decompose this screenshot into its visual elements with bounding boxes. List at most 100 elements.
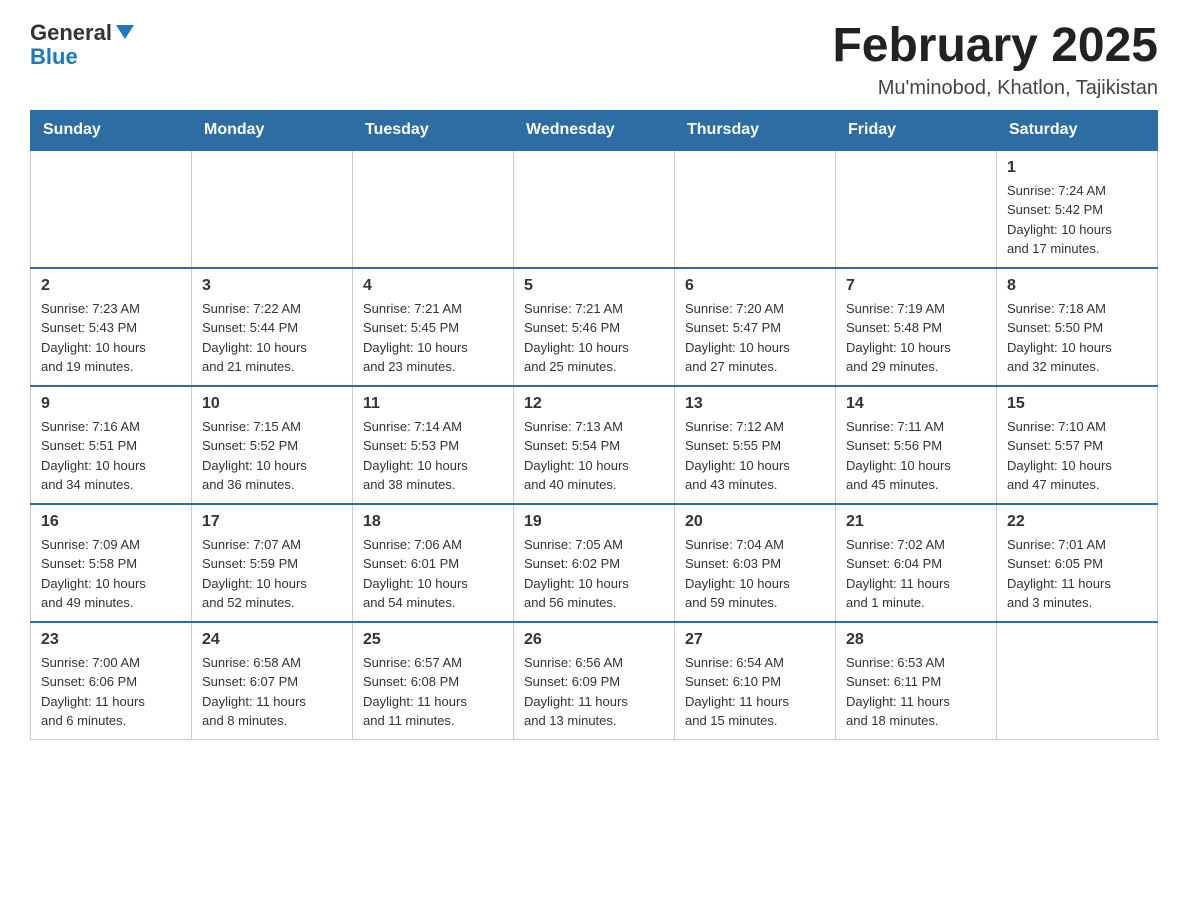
day-number: 12 <box>524 395 664 413</box>
calendar-cell: 20 Sunrise: 7:04 AM Sunset: 6:03 PM Dayli… <box>675 504 836 622</box>
day-number: 2 <box>41 277 181 295</box>
day-number: 10 <box>202 395 342 413</box>
weekday-header-monday: Monday <box>192 110 353 150</box>
day-number: 23 <box>41 631 181 649</box>
calendar-cell: 5 Sunrise: 7:21 AM Sunset: 5:46 PM Daylig… <box>514 268 675 386</box>
calendar-week-row: 2 Sunrise: 7:23 AM Sunset: 5:43 PM Daylig… <box>31 268 1158 386</box>
calendar-cell: 25Sunrise: 6:57 AM Sunset: 6:08 PM Dayli… <box>353 622 514 740</box>
day-number: 6 <box>685 277 825 295</box>
calendar-cell <box>836 150 997 268</box>
calendar-cell: 17 Sunrise: 7:07 AM Sunset: 5:59 PM Dayli… <box>192 504 353 622</box>
day-info: Sunrise: 7:02 AM Sunset: 6:04 PM Dayligh… <box>846 535 986 613</box>
calendar-cell: 7 Sunrise: 7:19 AM Sunset: 5:48 PM Daylig… <box>836 268 997 386</box>
day-info: Sunrise: 7:14 AM Sunset: 5:53 PM Dayligh… <box>363 417 503 495</box>
calendar-cell <box>353 150 514 268</box>
day-info: Sunrise: 7:20 AM Sunset: 5:47 PM Dayligh… <box>685 299 825 377</box>
day-number: 4 <box>363 277 503 295</box>
day-number: 16 <box>41 513 181 531</box>
day-info: Sunrise: 6:56 AM Sunset: 6:09 PM Dayligh… <box>524 653 664 731</box>
logo-general: General <box>30 20 112 46</box>
calendar-cell: 15 Sunrise: 7:10 AM Sunset: 5:57 PM Dayli… <box>997 386 1158 504</box>
day-info: Sunrise: 7:04 AM Sunset: 6:03 PM Dayligh… <box>685 535 825 613</box>
calendar-cell <box>192 150 353 268</box>
day-number: 15 <box>1007 395 1147 413</box>
calendar-cell: 10 Sunrise: 7:15 AM Sunset: 5:52 PM Dayli… <box>192 386 353 504</box>
day-number: 18 <box>363 513 503 531</box>
calendar-cell: 2 Sunrise: 7:23 AM Sunset: 5:43 PM Daylig… <box>31 268 192 386</box>
weekday-header-thursday: Thursday <box>675 110 836 150</box>
day-number: 5 <box>524 277 664 295</box>
calendar-cell: 4 Sunrise: 7:21 AM Sunset: 5:45 PM Daylig… <box>353 268 514 386</box>
day-number: 14 <box>846 395 986 413</box>
day-info: Sunrise: 7:05 AM Sunset: 6:02 PM Dayligh… <box>524 535 664 613</box>
day-info: Sunrise: 7:19 AM Sunset: 5:48 PM Dayligh… <box>846 299 986 377</box>
day-number: 21 <box>846 513 986 531</box>
calendar-cell: 9 Sunrise: 7:16 AM Sunset: 5:51 PM Daylig… <box>31 386 192 504</box>
calendar-cell: 11 Sunrise: 7:14 AM Sunset: 5:53 PM Dayli… <box>353 386 514 504</box>
calendar-cell: 6 Sunrise: 7:20 AM Sunset: 5:47 PM Daylig… <box>675 268 836 386</box>
day-info: Sunrise: 7:21 AM Sunset: 5:45 PM Dayligh… <box>363 299 503 377</box>
weekday-header-wednesday: Wednesday <box>514 110 675 150</box>
day-number: 19 <box>524 513 664 531</box>
day-number: 27 <box>685 631 825 649</box>
calendar-table: SundayMondayTuesdayWednesdayThursdayFrid… <box>30 110 1158 740</box>
calendar-cell: 12 Sunrise: 7:13 AM Sunset: 5:54 PM Dayli… <box>514 386 675 504</box>
day-number: 22 <box>1007 513 1147 531</box>
day-number: 24 <box>202 631 342 649</box>
calendar-cell <box>675 150 836 268</box>
day-number: 7 <box>846 277 986 295</box>
calendar-cell: 26 Sunrise: 6:56 AM Sunset: 6:09 PM Dayli… <box>514 622 675 740</box>
day-info: Sunrise: 7:16 AM Sunset: 5:51 PM Dayligh… <box>41 417 181 495</box>
calendar-cell: 23 Sunrise: 7:00 AM Sunset: 6:06 PM Dayli… <box>31 622 192 740</box>
calendar-cell: 8Sunrise: 7:18 AM Sunset: 5:50 PM Daylig… <box>997 268 1158 386</box>
day-info: Sunrise: 7:15 AM Sunset: 5:52 PM Dayligh… <box>202 417 342 495</box>
day-info: Sunrise: 7:24 AM Sunset: 5:42 PM Dayligh… <box>1007 181 1147 259</box>
day-number: 13 <box>685 395 825 413</box>
calendar-cell: 13 Sunrise: 7:12 AM Sunset: 5:55 PM Dayli… <box>675 386 836 504</box>
day-info: Sunrise: 6:58 AM Sunset: 6:07 PM Dayligh… <box>202 653 342 731</box>
weekday-header-friday: Friday <box>836 110 997 150</box>
day-info: Sunrise: 7:01 AM Sunset: 6:05 PM Dayligh… <box>1007 535 1147 613</box>
calendar-cell: 18Sunrise: 7:06 AM Sunset: 6:01 PM Dayli… <box>353 504 514 622</box>
calendar-week-row: 16 Sunrise: 7:09 AM Sunset: 5:58 PM Dayli… <box>31 504 1158 622</box>
day-info: Sunrise: 7:13 AM Sunset: 5:54 PM Dayligh… <box>524 417 664 495</box>
weekday-header-tuesday: Tuesday <box>353 110 514 150</box>
calendar-cell <box>31 150 192 268</box>
day-number: 20 <box>685 513 825 531</box>
day-info: Sunrise: 7:22 AM Sunset: 5:44 PM Dayligh… <box>202 299 342 377</box>
weekday-header-saturday: Saturday <box>997 110 1158 150</box>
day-info: Sunrise: 6:53 AM Sunset: 6:11 PM Dayligh… <box>846 653 986 731</box>
day-number: 28 <box>846 631 986 649</box>
calendar-cell <box>997 622 1158 740</box>
calendar-week-row: 9 Sunrise: 7:16 AM Sunset: 5:51 PM Daylig… <box>31 386 1158 504</box>
day-number: 9 <box>41 395 181 413</box>
day-info: Sunrise: 7:00 AM Sunset: 6:06 PM Dayligh… <box>41 653 181 731</box>
calendar-cell: 22 Sunrise: 7:01 AM Sunset: 6:05 PM Dayli… <box>997 504 1158 622</box>
calendar-cell: 21 Sunrise: 7:02 AM Sunset: 6:04 PM Dayli… <box>836 504 997 622</box>
weekday-header-row: SundayMondayTuesdayWednesdayThursdayFrid… <box>31 110 1158 150</box>
day-info: Sunrise: 7:23 AM Sunset: 5:43 PM Dayligh… <box>41 299 181 377</box>
calendar-cell: 27 Sunrise: 6:54 AM Sunset: 6:10 PM Dayli… <box>675 622 836 740</box>
day-info: Sunrise: 7:21 AM Sunset: 5:46 PM Dayligh… <box>524 299 664 377</box>
calendar-cell: 14Sunrise: 7:11 AM Sunset: 5:56 PM Dayli… <box>836 386 997 504</box>
day-number: 25 <box>363 631 503 649</box>
day-info: Sunrise: 7:18 AM Sunset: 5:50 PM Dayligh… <box>1007 299 1147 377</box>
calendar-cell: 1 Sunrise: 7:24 AM Sunset: 5:42 PM Daylig… <box>997 150 1158 268</box>
logo-arrow-icon <box>116 25 134 44</box>
calendar-cell <box>514 150 675 268</box>
day-number: 1 <box>1007 159 1147 177</box>
weekday-header-sunday: Sunday <box>31 110 192 150</box>
day-number: 26 <box>524 631 664 649</box>
day-number: 17 <box>202 513 342 531</box>
calendar-cell: 24 Sunrise: 6:58 AM Sunset: 6:07 PM Dayli… <box>192 622 353 740</box>
day-info: Sunrise: 7:12 AM Sunset: 5:55 PM Dayligh… <box>685 417 825 495</box>
calendar-week-row: 1 Sunrise: 7:24 AM Sunset: 5:42 PM Daylig… <box>31 150 1158 268</box>
day-info: Sunrise: 7:10 AM Sunset: 5:57 PM Dayligh… <box>1007 417 1147 495</box>
day-info: Sunrise: 7:09 AM Sunset: 5:58 PM Dayligh… <box>41 535 181 613</box>
page-header: General Blue February 2025 Mu'minobod, K… <box>30 20 1158 100</box>
day-info: Sunrise: 7:07 AM Sunset: 5:59 PM Dayligh… <box>202 535 342 613</box>
location: Mu'minobod, Khatlon, Tajikistan <box>832 77 1158 100</box>
day-number: 11 <box>363 395 503 413</box>
day-info: Sunrise: 6:54 AM Sunset: 6:10 PM Dayligh… <box>685 653 825 731</box>
title-block: February 2025 Mu'minobod, Khatlon, Tajik… <box>832 20 1158 100</box>
